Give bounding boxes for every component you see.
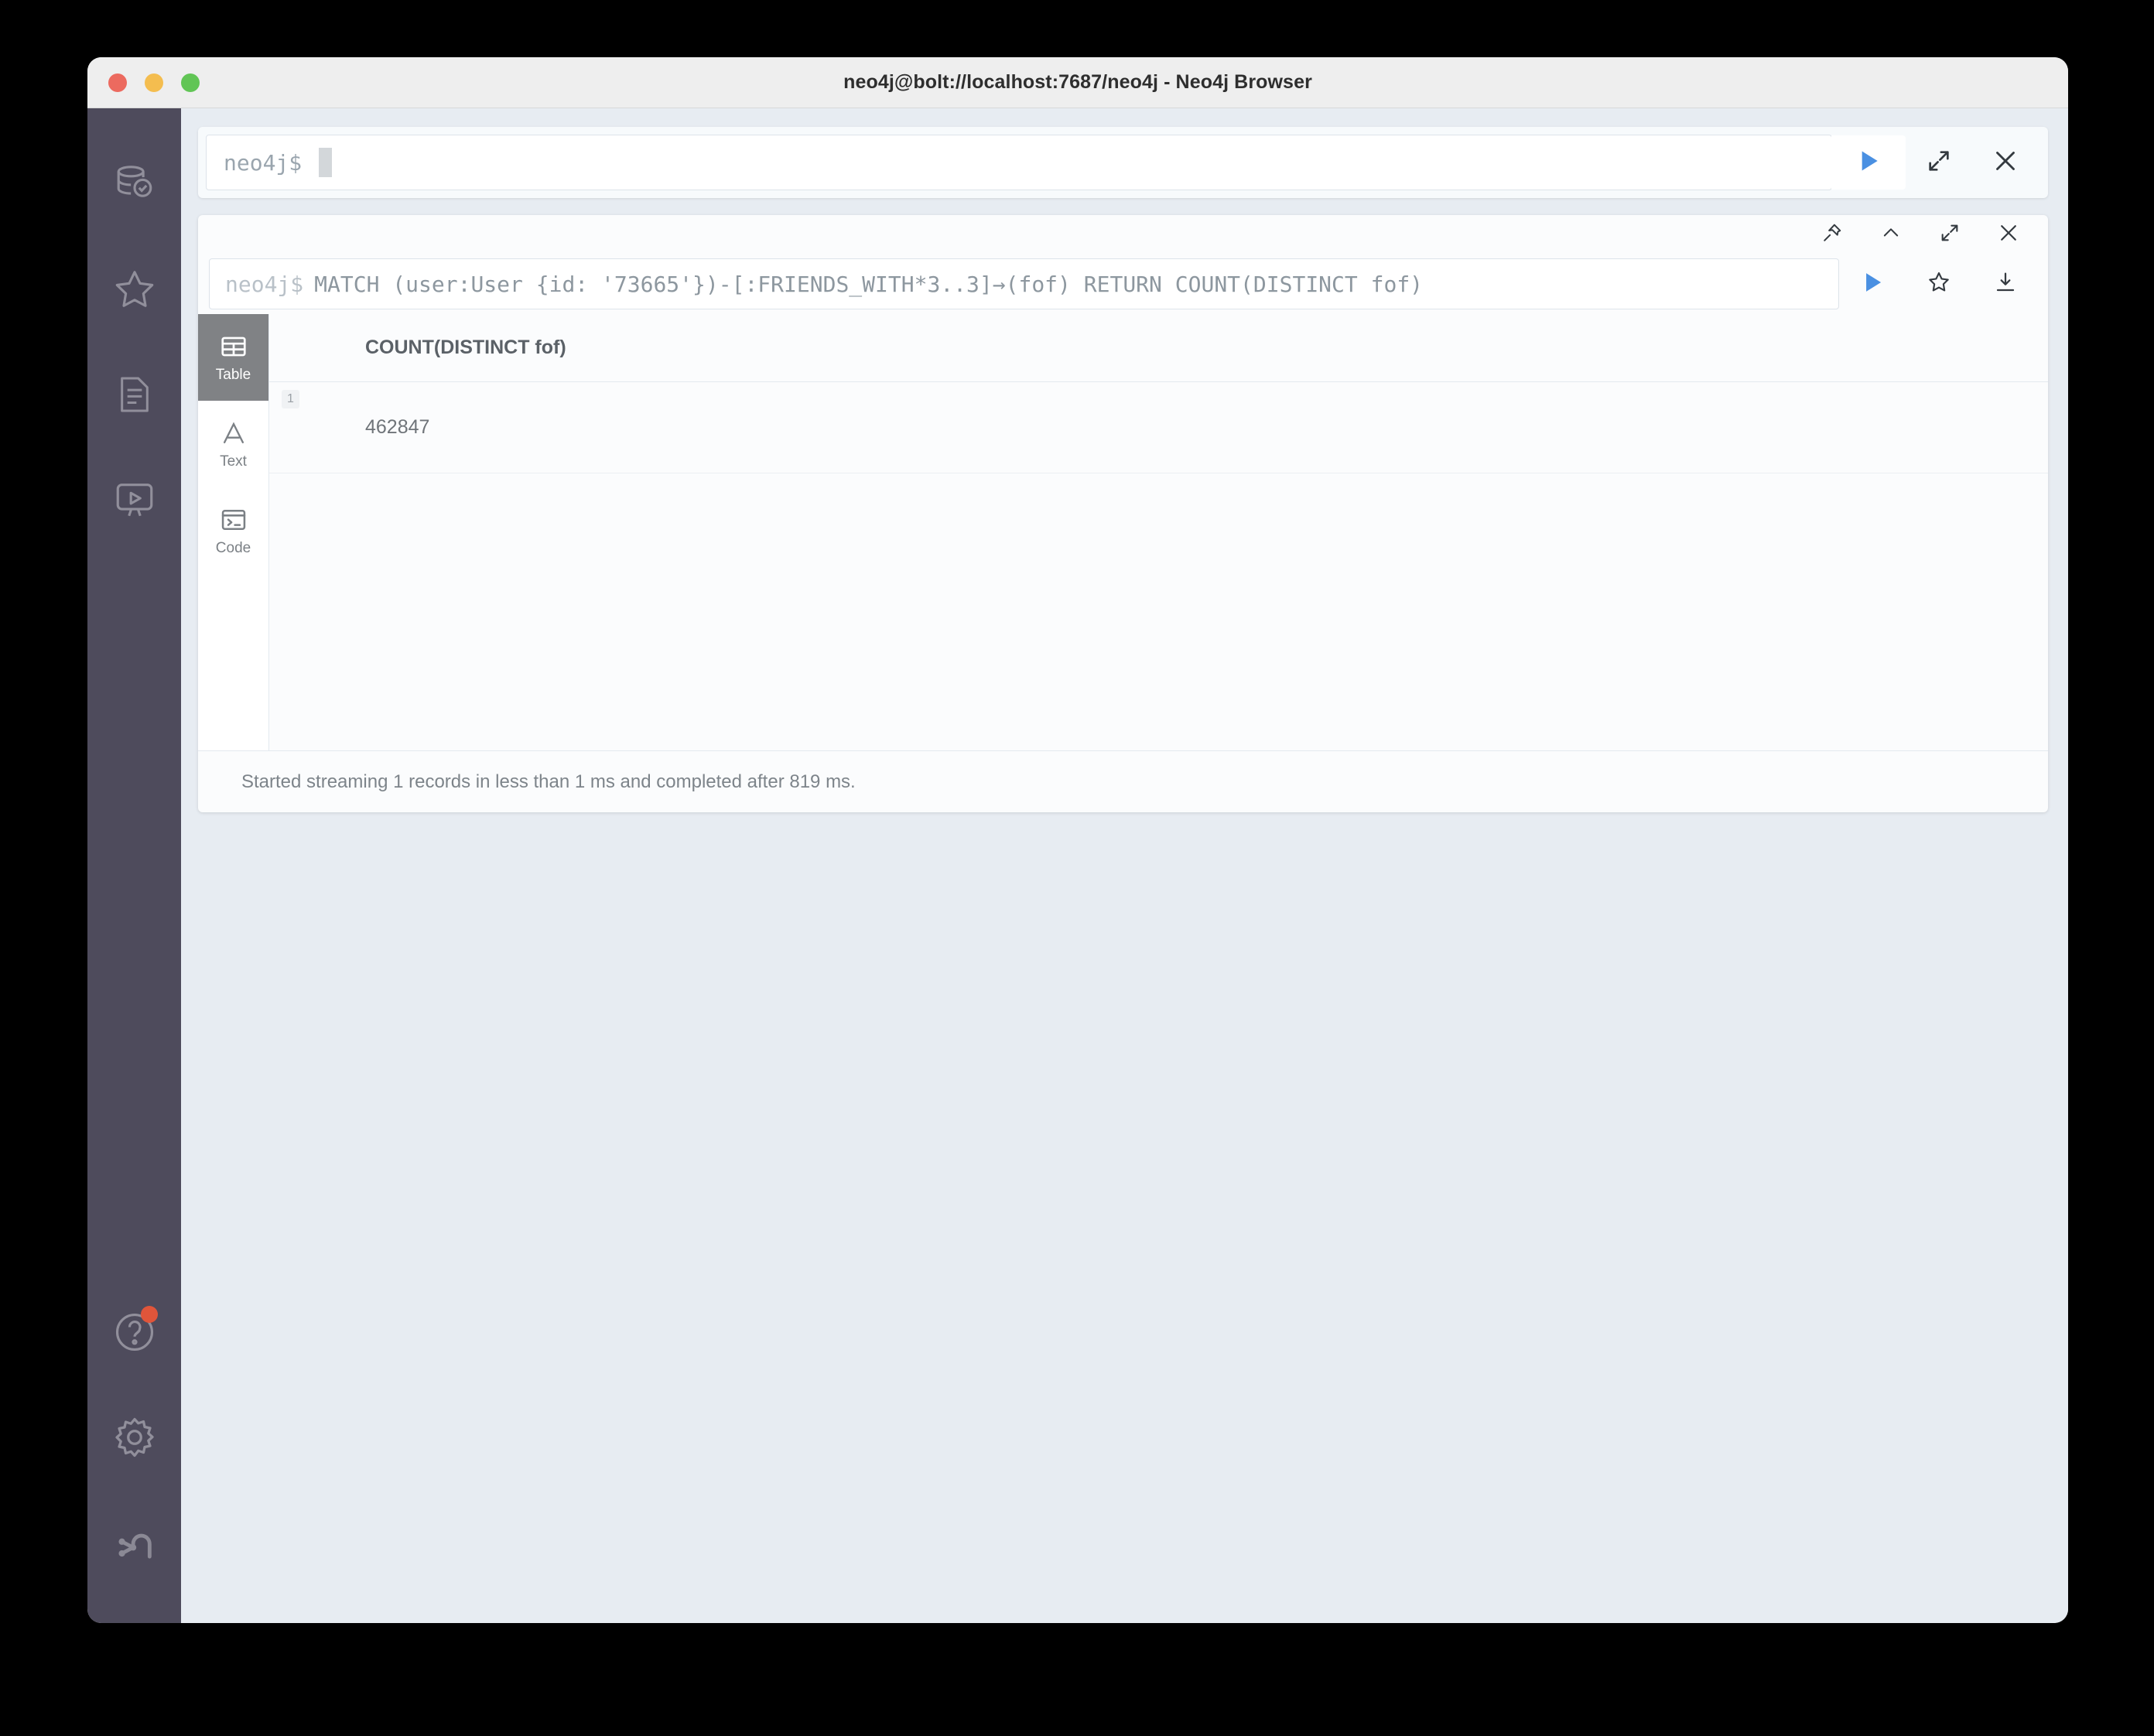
expand-icon — [1939, 222, 1961, 248]
query-editor-bar: neo4j$ — [198, 127, 2048, 198]
neo4j-browser-window: neo4j@bolt://localhost:7687/neo4j - Neo4… — [87, 57, 2068, 1623]
favorite-query-button[interactable] — [1906, 258, 1972, 309]
tab-table-label: Table — [215, 366, 251, 383]
status-bar: Started streaming 1 records in less than… — [198, 750, 2048, 812]
database-check-icon — [112, 162, 157, 207]
expand-icon — [1926, 148, 1952, 178]
results-area: Table Text Code COUNT(DISTINCT fof) 1 46… — [198, 314, 2048, 750]
tab-code[interactable]: Code — [198, 487, 268, 574]
frame-query-actions — [1839, 258, 2039, 309]
main-content: neo4j$ neo4j$ MATCH (user:User {id: '736… — [181, 108, 2068, 1623]
collapse-frame-button[interactable] — [1867, 217, 1915, 251]
run-query-button[interactable] — [1831, 135, 1906, 190]
frame-query-prompt: neo4j$ — [225, 271, 304, 297]
table-header-row: COUNT(DISTINCT fof) — [269, 314, 2048, 382]
document-icon — [113, 373, 156, 416]
result-frame: neo4j$ MATCH (user:User {id: '73665'})-[… — [198, 215, 2048, 812]
rerun-query-button[interactable] — [1839, 258, 1906, 309]
minimize-window-button[interactable] — [145, 73, 163, 92]
row-index: 1 — [282, 390, 299, 408]
close-editor-button[interactable] — [1972, 135, 2039, 190]
results-table: COUNT(DISTINCT fof) 1 462847 — [269, 314, 2048, 750]
tab-code-label: Code — [215, 539, 251, 556]
column-header: COUNT(DISTINCT fof) — [365, 337, 566, 358]
terminal-icon — [219, 505, 248, 535]
sidebar-item-favorites[interactable] — [87, 237, 181, 342]
expand-frame-button[interactable] — [1926, 217, 1974, 251]
window-controls — [108, 73, 200, 92]
sidebar-item-about-neo4j[interactable] — [87, 1490, 181, 1595]
play-icon — [1853, 145, 1884, 180]
star-icon — [112, 267, 157, 312]
sidebar-item-settings[interactable] — [87, 1385, 181, 1490]
zoom-window-button[interactable] — [181, 73, 200, 92]
view-tabs: Table Text Code — [198, 314, 269, 750]
editor-prompt: neo4j$ — [224, 149, 303, 176]
frame-query-text[interactable]: neo4j$ MATCH (user:User {id: '73665'})-[… — [209, 258, 1839, 309]
chevron-up-icon — [1880, 222, 1902, 248]
download-results-button[interactable] — [1972, 258, 2039, 309]
close-icon — [1997, 221, 2020, 248]
help-notification-badge — [141, 1306, 158, 1323]
table-row: 1 462847 — [269, 382, 2048, 473]
table-cell: 462847 — [365, 416, 430, 438]
editor-caret — [319, 148, 333, 177]
letter-a-icon — [219, 419, 248, 448]
sidebar-item-guides[interactable] — [87, 447, 181, 552]
frame-query-value: MATCH (user:User {id: '73665'})-[:FRIEND… — [314, 271, 1424, 297]
play-icon — [1858, 268, 1887, 301]
table-icon — [219, 332, 248, 361]
window-title: neo4j@bolt://localhost:7687/neo4j - Neo4… — [843, 71, 1312, 93]
gear-icon — [111, 1414, 158, 1461]
expand-editor-button[interactable] — [1906, 135, 1972, 190]
neo4j-logo-icon — [112, 1520, 157, 1565]
star-outline-icon — [1927, 270, 1951, 299]
close-icon — [1992, 147, 2019, 179]
pin-frame-button[interactable] — [1808, 217, 1856, 251]
frame-header — [198, 215, 2048, 254]
play-monitor-icon — [112, 477, 157, 522]
download-icon — [1993, 270, 2018, 299]
tab-text-label: Text — [220, 453, 247, 470]
tab-text[interactable]: Text — [198, 401, 268, 487]
frame-query-row: neo4j$ MATCH (user:User {id: '73665'})-[… — [198, 254, 2048, 314]
sidebar-item-database-status[interactable] — [87, 132, 181, 237]
tab-table[interactable]: Table — [198, 314, 268, 401]
left-sidebar — [87, 108, 181, 1623]
query-editor-input[interactable]: neo4j$ — [206, 135, 1832, 190]
sidebar-item-help[interactable] — [87, 1280, 181, 1385]
sidebar-item-project-files[interactable] — [87, 342, 181, 447]
close-window-button[interactable] — [108, 73, 127, 92]
close-frame-button[interactable] — [1985, 217, 2033, 251]
title-bar: neo4j@bolt://localhost:7687/neo4j - Neo4… — [87, 57, 2068, 108]
pin-icon — [1821, 222, 1843, 248]
